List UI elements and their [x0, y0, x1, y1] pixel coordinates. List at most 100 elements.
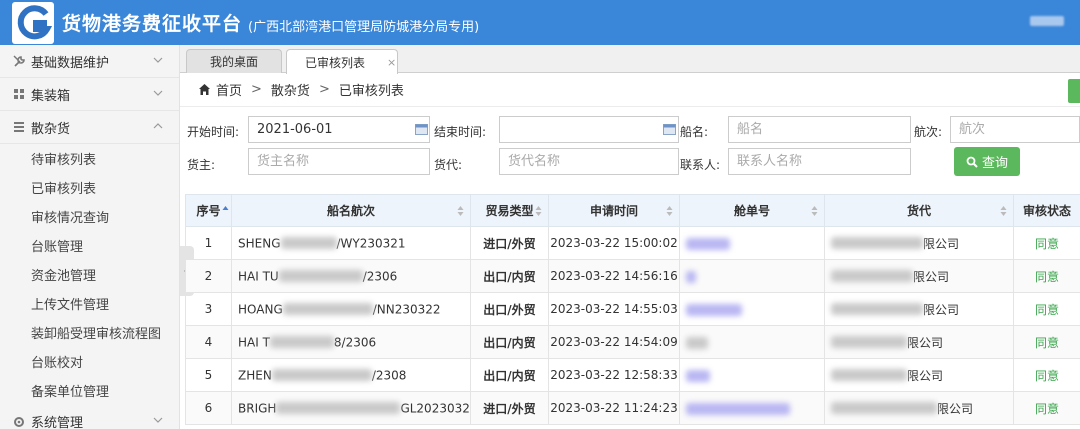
sidebar-submenu-bulk-cargo: 待审核列表 已审核列表 审核情况查询 台账管理 资金池管理 上传文件管理 装卸船…	[0, 144, 179, 405]
cell-time: 2023-03-22 12:58:33	[548, 358, 680, 392]
col-header-ship[interactable]: 船名航次	[231, 194, 471, 227]
cell-agent: 限公司	[824, 292, 1014, 326]
cell-trade: 出口/内贸	[470, 325, 549, 359]
voyage-label: 航次:	[914, 125, 943, 139]
logo-g-icon	[12, 2, 54, 44]
redacted-text	[282, 303, 373, 316]
owner-label: 货主:	[187, 158, 216, 172]
cell-status: 同意	[1013, 358, 1080, 392]
redacted-text	[276, 402, 401, 415]
col-header-manifest[interactable]: 舱单号	[679, 194, 825, 227]
end-time-label: 结束时间:	[434, 125, 487, 139]
breadcrumb-section[interactable]: 散杂货	[271, 80, 310, 99]
table-row[interactable]: 6 BRIGH GL20230323 进口/外贸 2023-03-22 11:24…	[185, 391, 1080, 425]
search-icon	[966, 156, 978, 168]
breadcrumb-home[interactable]: 首页	[216, 80, 242, 99]
cell-status: 同意	[1013, 226, 1080, 260]
chevron-down-icon	[153, 55, 163, 65]
home-icon	[199, 84, 210, 95]
table-row[interactable]: 2 HAI TU/2306 出口/内贸 2023-03-22 14:56:16 …	[185, 259, 1080, 293]
cell-time: 2023-03-22 11:24:23	[548, 391, 680, 425]
calendar-icon[interactable]	[415, 123, 428, 135]
sidebar-item-flowchart[interactable]: 装卸船受理审核流程图	[0, 318, 179, 347]
sidebar-item-ledger[interactable]: 台账管理	[0, 231, 179, 260]
sidebar-item-fund-pool[interactable]: 资金池管理	[0, 260, 179, 289]
cell-status: 同意	[1013, 259, 1080, 293]
col-header-trade[interactable]: 贸易类型	[470, 194, 549, 227]
cell-manifest	[679, 292, 825, 326]
breadcrumb: 首页 > 散杂货 > 已审核列表	[180, 73, 1080, 107]
app-title: 货物港务费征收平台	[62, 13, 243, 35]
table-row[interactable]: 4 HAI T 8/2306 出口/内贸 2023-03-22 14:54:09 …	[185, 325, 1080, 359]
breadcrumb-separator: >	[251, 82, 262, 97]
sidebar-group-system[interactable]: 系统管理	[0, 405, 179, 429]
ship-name-label: 船名:	[680, 125, 709, 139]
sidebar-item-record-units[interactable]: 备案单位管理	[0, 376, 179, 405]
redacted-text	[831, 369, 907, 381]
sort-icon	[535, 206, 542, 216]
sidebar-group-label: 散杂货	[31, 121, 71, 137]
col-header-status[interactable]: 审核状态	[1013, 194, 1080, 227]
breadcrumb-current: 已审核列表	[338, 84, 404, 99]
sidebar-item-ledger-check[interactable]: 台账校对	[0, 347, 179, 376]
col-header-no[interactable]: 序号	[185, 194, 232, 227]
cell-no: 2	[185, 259, 232, 293]
ship-name-input[interactable]	[728, 116, 911, 143]
calendar-icon[interactable]	[663, 123, 676, 135]
redacted-text	[831, 237, 923, 249]
redacted-text	[686, 369, 710, 382]
action-button-partial[interactable]	[1068, 79, 1080, 103]
owner-input[interactable]	[248, 148, 430, 175]
chevron-up-icon	[153, 121, 163, 131]
list-icon	[12, 120, 26, 134]
start-time-label: 开始时间:	[187, 125, 240, 139]
end-time-input[interactable]	[499, 116, 679, 143]
contact-input[interactable]	[728, 148, 911, 175]
table-row[interactable]: 5 ZHEN/2308 出口/内贸 2023-03-22 12:58:33 限公…	[185, 358, 1080, 392]
redacted-text	[280, 237, 337, 250]
grid-icon	[12, 87, 26, 101]
table-row[interactable]: 3 HOANG/NN230322 出口/外贸 2023-03-22 14:55:…	[185, 292, 1080, 326]
cell-trade: 进口/外贸	[470, 226, 549, 260]
sidebar-group-bulk-cargo[interactable]: 散杂货	[0, 111, 179, 144]
cell-ship: SHENG/WY230321	[231, 226, 471, 260]
sidebar-item-upload-files[interactable]: 上传文件管理	[0, 289, 179, 318]
query-button[interactable]: 查询	[954, 147, 1020, 176]
redacted-text	[269, 336, 334, 349]
tab-my-desktop[interactable]: 我的桌面	[186, 49, 282, 73]
sort-asc-icon	[222, 206, 229, 210]
sidebar-group-container[interactable]: 集装箱	[0, 78, 179, 111]
col-header-time[interactable]: 申请时间	[548, 194, 680, 227]
cell-agent: 限公司	[824, 391, 1014, 425]
sort-icon	[811, 206, 818, 216]
close-icon[interactable]: ×	[387, 56, 396, 69]
redacted-text	[686, 303, 742, 316]
agent-input[interactable]	[499, 148, 679, 175]
query-button-label: 查询	[981, 156, 1008, 171]
agent-label: 货代:	[434, 158, 463, 172]
sidebar-item-pending[interactable]: 待审核列表	[0, 144, 179, 173]
chevron-down-icon	[153, 88, 163, 98]
sidebar-item-audit-query[interactable]: 审核情况查询	[0, 202, 179, 231]
user-info-redacted[interactable]	[1030, 16, 1064, 26]
cell-no: 6	[185, 391, 232, 425]
app-subtitle: (广西北部湾港口管理局防城港分局专用)	[248, 19, 480, 35]
redacted-text	[831, 402, 937, 414]
sidebar-group-label: 集装箱	[31, 88, 71, 104]
table-row[interactable]: 1 SHENG/WY230321 进口/外贸 2023-03-22 15:00:…	[185, 226, 1080, 260]
cell-agent: 限公司	[824, 358, 1014, 392]
sidebar-group-basic-data[interactable]: 基础数据维护	[0, 45, 179, 78]
cell-agent: 限公司	[824, 226, 1014, 260]
redacted-text	[831, 303, 923, 315]
sidebar-item-audited[interactable]: 已审核列表	[0, 173, 179, 202]
table-header-row: 序号 船名航次 贸易类型 申请时间 舱单号 货代 审核状态	[185, 194, 1080, 227]
cell-trade: 出口/内贸	[470, 259, 549, 293]
start-time-input[interactable]	[248, 116, 430, 143]
voyage-input[interactable]	[950, 116, 1080, 143]
redacted-text	[278, 270, 363, 283]
cell-trade: 出口/外贸	[470, 292, 549, 326]
cell-time: 2023-03-22 15:00:02	[548, 226, 680, 260]
col-header-agent[interactable]: 货代	[824, 194, 1014, 227]
tab-audited-list[interactable]: 已审核列表 ×	[286, 49, 398, 74]
gear-icon	[12, 415, 26, 429]
